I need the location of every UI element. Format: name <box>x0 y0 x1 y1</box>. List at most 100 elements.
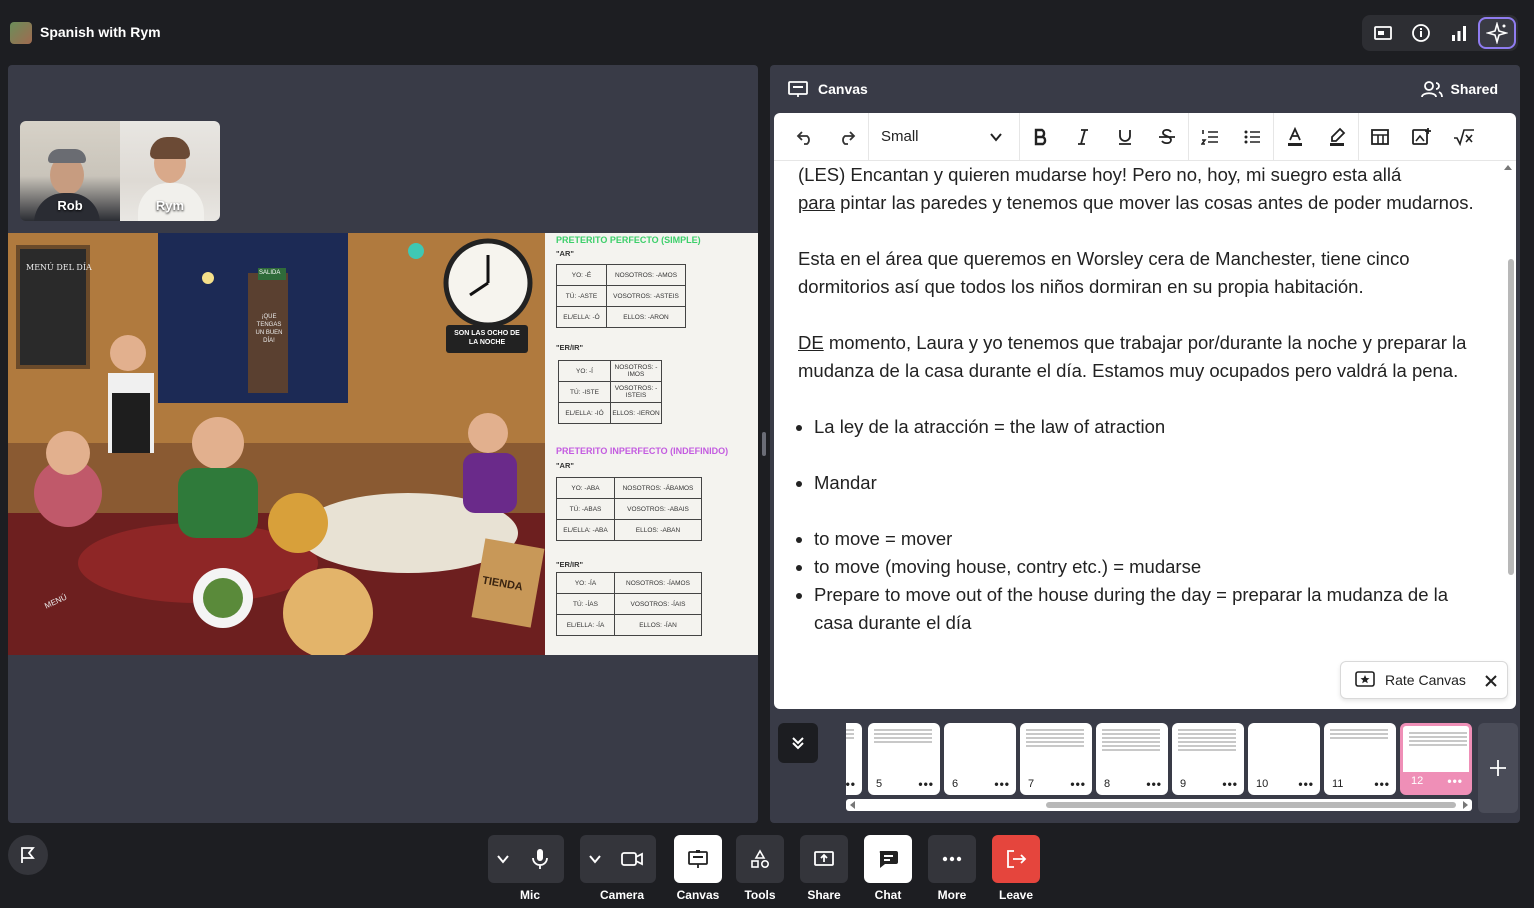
insert-math-button[interactable] <box>1443 113 1485 161</box>
mic-options-button[interactable] <box>488 835 518 883</box>
page-options-button[interactable]: ••• <box>1070 777 1086 791</box>
redo-button[interactable] <box>826 113 868 161</box>
participant-video-rob[interactable]: Rob <box>20 121 120 221</box>
shared-button[interactable]: Shared <box>1420 81 1498 98</box>
page-options-button[interactable]: ••• <box>994 777 1010 791</box>
rate-canvas-button[interactable]: Rate Canvas <box>1340 661 1508 699</box>
double-chevron-down-icon <box>792 737 804 750</box>
mic-button[interactable] <box>516 835 564 883</box>
layout-button[interactable] <box>1364 17 1402 49</box>
numbered-list-button[interactable] <box>1189 113 1231 161</box>
page-thumbnail[interactable]: 5 ••• <box>868 723 940 795</box>
page-thumbnail[interactable]: ••• <box>846 723 862 795</box>
collapse-pages-button[interactable] <box>778 723 818 763</box>
page-thumbnail-active[interactable]: 12 ••• <box>1400 723 1472 795</box>
bullet-list: La ley de la atracción = the law of atra… <box>798 413 1488 441</box>
table-row: TÚ: -ÍAS VOSOTROS: -ÍAIS <box>556 593 702 615</box>
canvas-document[interactable]: (LES) Encantan y quieren mudarse hoy! Pe… <box>798 161 1488 637</box>
scroll-up-arrow[interactable] <box>1504 165 1512 170</box>
table-row: TÚ: -ABAS VOSOTROS: -ABAIS <box>556 498 702 520</box>
page-thumbnail[interactable]: 10 ••• <box>1248 723 1320 795</box>
layout-icon <box>1374 26 1392 40</box>
text-color-button[interactable] <box>1274 113 1316 161</box>
chat-button[interactable] <box>864 835 912 883</box>
list-item: Prepare to move out of the house during … <box>814 581 1488 637</box>
more-control[interactable]: More <box>928 835 976 902</box>
canvas-button[interactable] <box>674 835 722 883</box>
share-button[interactable] <box>800 835 848 883</box>
tools-control[interactable]: Tools <box>736 835 784 902</box>
camera-options-button[interactable] <box>580 835 610 883</box>
horizontal-scrollbar[interactable] <box>846 799 1472 811</box>
font-size-select[interactable]: Small <box>869 113 1019 161</box>
participant-video-rym[interactable]: Rym <box>120 121 220 221</box>
presentation-stage: Rob Rym MENÚ DEL DÍA SALIDA SON LAS OCHO… <box>8 65 758 823</box>
page-thumbnail[interactable]: 8 ••• <box>1096 723 1168 795</box>
room-title: Spanish with Rym <box>40 24 161 40</box>
table-cell: YO: -ÍA <box>556 572 615 594</box>
video-camera-icon <box>621 852 643 866</box>
underline-button[interactable] <box>1104 113 1146 161</box>
close-icon[interactable] <box>1483 673 1499 689</box>
chat-control[interactable]: Chat <box>864 835 912 902</box>
table-cell: YO: -Í <box>558 360 611 382</box>
page-thumbnail[interactable]: 6 ••• <box>944 723 1016 795</box>
table-cell: EL/ELLA: -IÓ <box>558 402 611 424</box>
strikethrough-button[interactable] <box>1146 113 1188 161</box>
table-cell: EL/ELLA: -Ó <box>556 306 607 328</box>
page-number: 10 <box>1256 778 1269 790</box>
bullet-list-button[interactable] <box>1231 113 1273 161</box>
undo-button[interactable] <box>784 113 826 161</box>
highlight-button[interactable] <box>1316 113 1358 161</box>
connection-stats-button[interactable] <box>1440 17 1478 49</box>
panel-resize-handle[interactable] <box>762 432 766 456</box>
table-row: EL/ELLA: -ABA ELLOS: -ABAN <box>556 519 702 541</box>
mic-control[interactable]: Mic <box>516 835 564 902</box>
canvas-control[interactable]: Canvas <box>674 835 722 902</box>
share-control[interactable]: Share <box>800 835 848 902</box>
insert-image-button[interactable] <box>1401 113 1443 161</box>
text-color-icon <box>1288 126 1302 146</box>
page-options-button[interactable]: ••• <box>1222 777 1238 791</box>
page-options-button[interactable]: ••• <box>918 777 934 791</box>
page-options-button[interactable]: ••• <box>1146 777 1162 791</box>
page-thumbnail[interactable]: 9 ••• <box>1172 723 1244 795</box>
page-options-button[interactable]: ••• <box>1447 774 1463 788</box>
underlined-text: para <box>798 192 836 213</box>
page-strip: ••• 5 ••• 6 ••• 7 ••• 8 ••• <box>770 717 1520 823</box>
top-bar: Spanish with Rym <box>0 0 1534 62</box>
canvas-panel: Canvas Shared Small (LES) Encantan y qui… <box>770 65 1520 823</box>
add-page-button[interactable] <box>1478 723 1518 813</box>
scroll-right-arrow[interactable] <box>1463 801 1468 809</box>
more-button[interactable] <box>928 835 976 883</box>
insert-table-button[interactable] <box>1359 113 1401 161</box>
rate-canvas-label: Rate Canvas <box>1385 672 1466 688</box>
leave-control[interactable]: Leave <box>992 835 1040 902</box>
bold-button[interactable] <box>1020 113 1062 161</box>
paragraph: DE momento, Laura y yo tenemos que traba… <box>798 329 1488 385</box>
scroll-left-arrow[interactable] <box>850 801 855 809</box>
tools-button[interactable] <box>736 835 784 883</box>
canvas-editor[interactable]: Small (LES) Encantan y quieren mudarse h… <box>774 113 1516 709</box>
page-thumbnail[interactable]: 11 ••• <box>1324 723 1396 795</box>
italic-button[interactable] <box>1062 113 1104 161</box>
page-options-button[interactable]: ••• <box>846 777 856 791</box>
camera-control[interactable]: Camera <box>600 835 656 902</box>
camera-button[interactable] <box>608 835 656 883</box>
page-options-button[interactable]: ••• <box>1374 777 1390 791</box>
camera-label: Camera <box>599 888 645 902</box>
info-button[interactable] <box>1402 17 1440 49</box>
leave-button[interactable] <box>992 835 1040 883</box>
ai-assistant-button[interactable] <box>1478 17 1516 49</box>
vertical-scrollbar-thumb[interactable] <box>1508 259 1514 575</box>
page-thumbnail[interactable]: 7 ••• <box>1020 723 1092 795</box>
italic-icon <box>1078 128 1088 145</box>
numbered-list-icon <box>1201 129 1218 145</box>
more-dots-icon <box>942 856 962 862</box>
page-options-button[interactable]: ••• <box>1298 777 1314 791</box>
canvas-board-icon <box>688 850 708 868</box>
horizontal-scrollbar-thumb[interactable] <box>1046 802 1456 808</box>
table-cell: YO: -ABA <box>556 477 615 499</box>
leave-label: Leave <box>998 888 1034 902</box>
table-cell: TÚ: -ÍAS <box>556 593 615 615</box>
